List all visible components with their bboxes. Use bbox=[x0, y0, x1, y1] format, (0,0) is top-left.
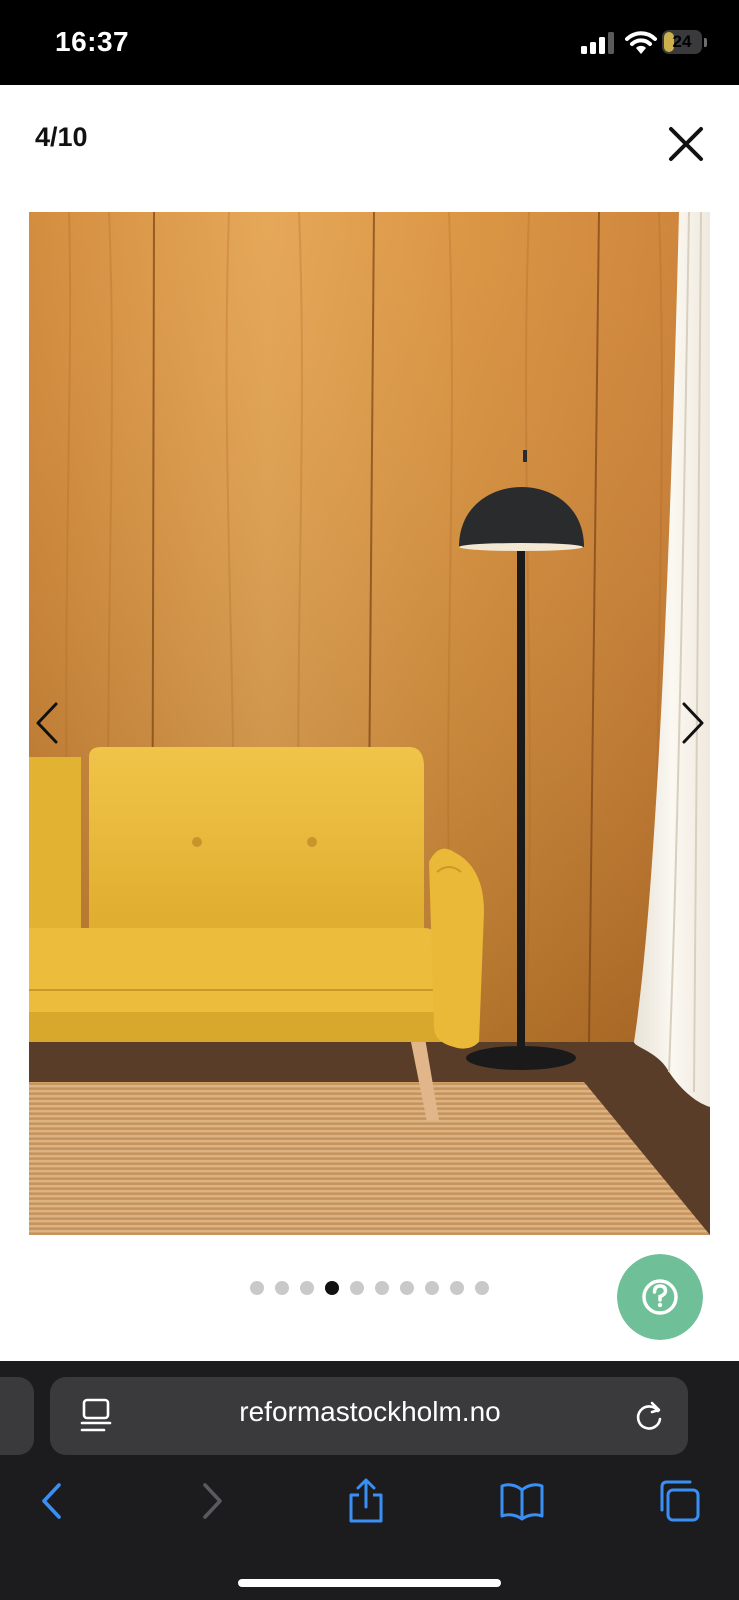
chevron-right-icon[interactable] bbox=[678, 700, 708, 746]
chevron-left-icon[interactable] bbox=[32, 700, 62, 746]
share-icon[interactable] bbox=[343, 1478, 389, 1524]
previous-tab-peek[interactable] bbox=[0, 1377, 34, 1455]
home-indicator bbox=[238, 1579, 501, 1587]
back-arrow-icon[interactable] bbox=[30, 1478, 76, 1524]
battery-indicator: 24 bbox=[662, 30, 708, 56]
pagination-dot[interactable] bbox=[425, 1281, 439, 1295]
battery-level: 24 bbox=[672, 32, 692, 51]
reload-icon[interactable] bbox=[633, 1399, 665, 1433]
pagination-dot[interactable] bbox=[275, 1281, 289, 1295]
pagination-dot[interactable] bbox=[400, 1281, 414, 1295]
pagination-dot-active[interactable] bbox=[325, 1281, 339, 1295]
bookmarks-icon[interactable] bbox=[499, 1478, 545, 1524]
url-text[interactable]: reformastockholm.no bbox=[140, 1396, 600, 1428]
pagination-dot[interactable] bbox=[250, 1281, 264, 1295]
wifi-icon bbox=[625, 31, 657, 54]
help-button[interactable] bbox=[617, 1254, 703, 1340]
forward-arrow-icon[interactable] bbox=[188, 1478, 234, 1524]
reader-icon[interactable] bbox=[80, 1398, 112, 1434]
status-time: 16:37 bbox=[55, 26, 130, 57]
pagination-dot[interactable] bbox=[350, 1281, 364, 1295]
pagination-dot[interactable] bbox=[450, 1281, 464, 1295]
image-counter: 4/10 bbox=[35, 122, 88, 152]
tabs-icon[interactable] bbox=[656, 1478, 702, 1524]
pagination-dot[interactable] bbox=[300, 1281, 314, 1295]
gallery-photo bbox=[29, 212, 710, 1235]
close-icon[interactable] bbox=[668, 126, 704, 162]
pagination-dot[interactable] bbox=[475, 1281, 489, 1295]
pagination-dot[interactable] bbox=[375, 1281, 389, 1295]
cellular-signal-icon bbox=[581, 32, 614, 54]
